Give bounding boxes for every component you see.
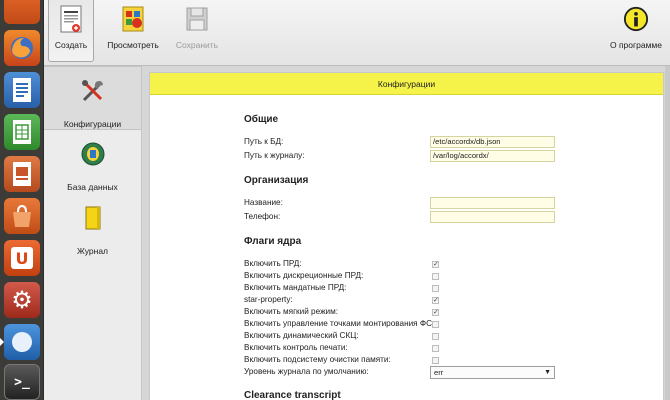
view-icon [120,4,146,34]
org-phone-label: Телефон: [244,212,281,221]
firefox-glyph [11,37,33,59]
tools-icon [79,77,107,109]
impress-glyph [13,162,31,186]
flag-label: Включить динамический СКЦ: [244,331,359,340]
calc-glyph [13,120,31,144]
org-name-label: Название: [244,198,283,207]
flag-checkbox[interactable]: ✓ [432,297,439,304]
flag-label: star-property: [244,295,293,304]
about-button[interactable]: О программе [604,0,668,62]
save-label: Сохранить [175,40,219,50]
firefox-icon[interactable] [4,30,40,66]
log-level-value: err [434,368,444,377]
section-organization: Организация [244,175,309,186]
org-name-input[interactable] [430,197,555,209]
flag-label: Включить ПРД: [244,259,302,268]
section-general: Общие [244,114,279,125]
flag-label: Включить контроль печати: [244,343,348,352]
writer-icon[interactable] [4,72,40,108]
flag-label: Включить дискреционные ПРД: [244,271,364,280]
blue-app-glyph [12,332,32,352]
nav-item-database[interactable]: База данных [44,130,141,194]
flag-label: Включить подсистему очистки памяти: [244,355,391,364]
left-navigation: Конфигурации База данных Журнал [44,66,142,400]
flag-label: Включить мягкий режим: [244,307,339,316]
section-kernel-flags: Флаги ядра [244,236,302,247]
view-button[interactable]: Просмотреть [104,0,162,62]
software-center-icon[interactable] [4,198,40,234]
calc-icon[interactable] [4,114,40,150]
journal-icon [79,204,107,236]
impress-icon[interactable] [4,156,40,192]
settings-icon[interactable]: ⚙ [4,282,40,318]
log-level-label: Уровень журнала по умолчанию: [244,367,369,376]
nav-label-journal: Журнал [76,246,109,256]
writer-glyph [13,78,31,102]
about-label: О программе [609,40,662,50]
dropdown-arrow-icon: ▼ [544,369,551,376]
log-path-label: Путь к журналу: [244,151,305,160]
flag-checkbox[interactable] [432,333,439,340]
flag-checkbox[interactable] [432,285,439,292]
software-center-glyph [13,204,31,227]
flag-label: Включить управление точками монтирования… [244,319,435,328]
create-icon [58,4,84,34]
flag-checkbox[interactable] [432,321,439,328]
flag-checkbox[interactable] [432,345,439,352]
db-path-label: Путь к БД: [244,137,284,146]
terminal-glyph: >_ [14,374,30,390]
flag-checkbox[interactable] [432,357,439,364]
launcher-top-app-icon[interactable] [4,0,40,24]
save-icon [184,4,210,34]
ubuntu-one-glyph: U [11,247,33,269]
content-area: Конфигурации Общие Путь к БД: /etc/accor… [143,66,670,400]
nav-label-database: База данных [67,182,118,192]
vertical-scrollbar[interactable] [665,66,670,400]
ubuntu-one-icon[interactable]: U [4,240,40,276]
unity-launcher: U ⚙ >_ [0,0,44,400]
nav-item-journal[interactable]: Журнал [44,194,141,258]
nav-label-configurations: Конфигурации [63,119,122,129]
log-path-input[interactable]: /var/log/accordx/ [430,150,555,162]
terminal-icon[interactable]: >_ [4,364,40,400]
flag-checkbox[interactable] [432,273,439,280]
create-label: Создать [54,40,88,50]
create-button[interactable]: Создать [48,0,94,62]
panel-header: Конфигурации [150,73,663,95]
flag-checkbox[interactable]: ✓ [432,261,439,268]
org-phone-input[interactable] [430,211,555,223]
database-icon [79,140,107,172]
app-root: U ⚙ >_ Создать Просмотреть Сохранить О п… [0,0,670,400]
nav-item-configurations[interactable]: Конфигурации [44,66,141,130]
settings-glyph: ⚙ [11,286,33,314]
main-toolbar: Создать Просмотреть Сохранить О программ… [44,0,670,66]
db-path-input[interactable]: /etc/accordx/db.json [430,136,555,148]
info-icon [623,4,649,34]
flag-checkbox[interactable]: ✓ [432,309,439,316]
section-clearance-transcript: Clearance transcript [244,390,341,400]
save-button[interactable]: Сохранить [168,0,226,62]
flag-label: Включить мандатные ПРД: [244,283,347,292]
view-label: Просмотреть [107,40,159,50]
log-level-select[interactable]: err ▼ [430,366,555,379]
panel-title: Конфигурации [377,78,436,89]
configuration-panel: Конфигурации Общие Путь к БД: /etc/accor… [149,72,664,400]
blue-app-icon[interactable] [0,324,40,360]
